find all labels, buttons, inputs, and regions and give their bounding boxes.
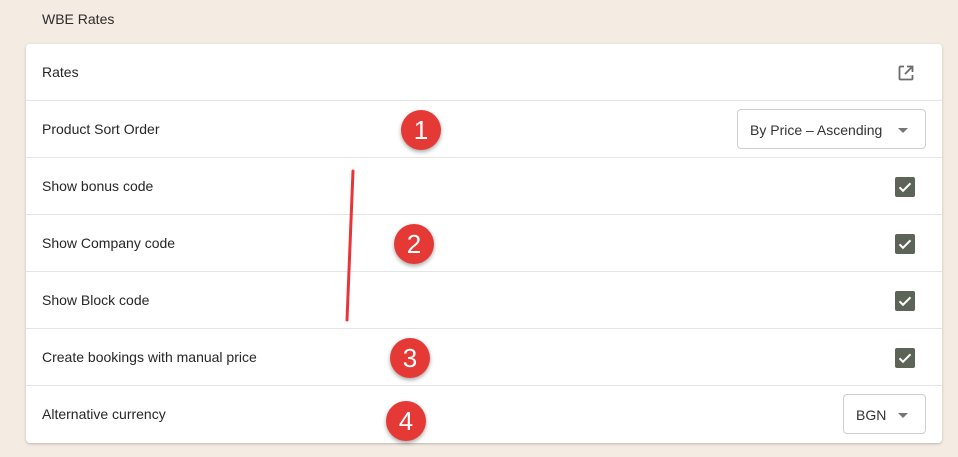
annotation-marker-2: 2 [394, 224, 434, 264]
annotation-marker-4: 4 [386, 401, 426, 441]
annotation-marker-1: 1 [401, 110, 441, 150]
annotation-marker-3: 3 [390, 338, 430, 378]
annotation-line [345, 169, 355, 322]
